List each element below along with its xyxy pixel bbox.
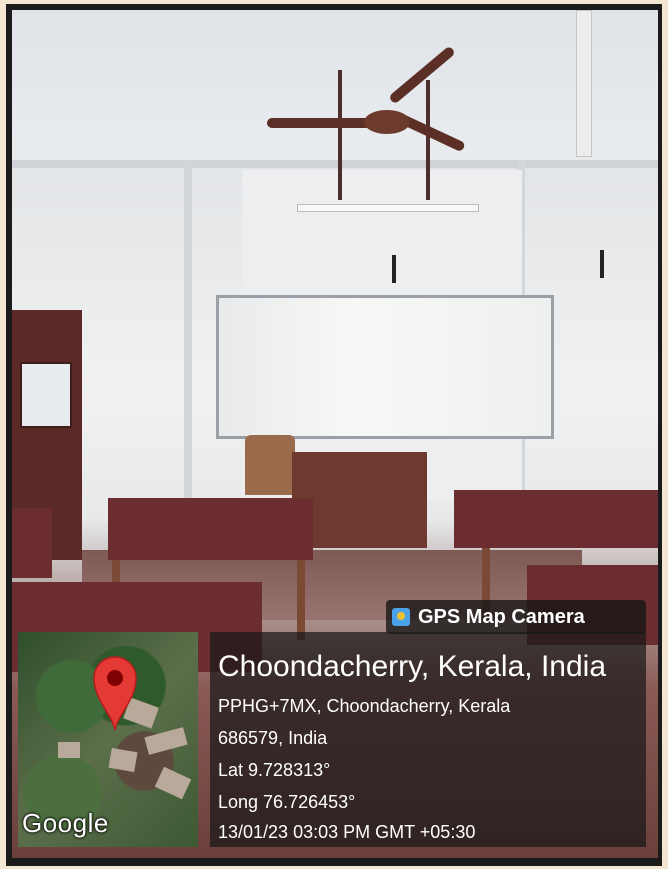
projector-mount [576,10,592,157]
ceiling-beam [12,160,658,168]
map-building [144,727,188,755]
fan-blade-left [267,118,372,128]
ceiling [12,10,658,160]
address-line-2: 686579, India [218,728,328,748]
fan-rod [338,70,342,200]
gps-map-camera-badge: GPS Map Camera [386,600,646,634]
wall-pillar-left [184,160,192,540]
fan-hub [364,110,410,134]
chair [245,435,295,495]
desk-leg [297,560,305,640]
location-info-panel: Choondacherry, Kerala, India PPHG+7MX, C… [210,632,646,847]
fan-rod-second [426,80,430,200]
gps-map-camera-icon [392,608,410,626]
map-building [58,742,80,758]
desk-right [454,490,658,548]
whiteboard [216,295,554,439]
map-pin-icon [93,656,137,731]
map-building [108,747,138,773]
location-title: Choondacherry, Kerala, India [218,650,607,683]
desk-far-left [12,508,52,578]
timestamp: 13/01/23 03:03 PM GMT +05:30 [218,822,476,842]
door-window [20,362,72,428]
map-building [154,766,192,800]
latitude: Lat 9.728313° [218,760,331,780]
tube-light [297,204,479,212]
address-line-1: PPHG+7MX, Choondacherry, Kerala [218,696,511,716]
wall-bracket [600,250,604,278]
badge-label: GPS Map Camera [418,605,585,628]
google-logo: Google [22,808,109,838]
longitude: Long 76.726453° [218,792,356,812]
satellite-map-thumbnail: Google [18,632,198,847]
desk-center-left [108,498,313,560]
wall-hook [392,255,396,283]
